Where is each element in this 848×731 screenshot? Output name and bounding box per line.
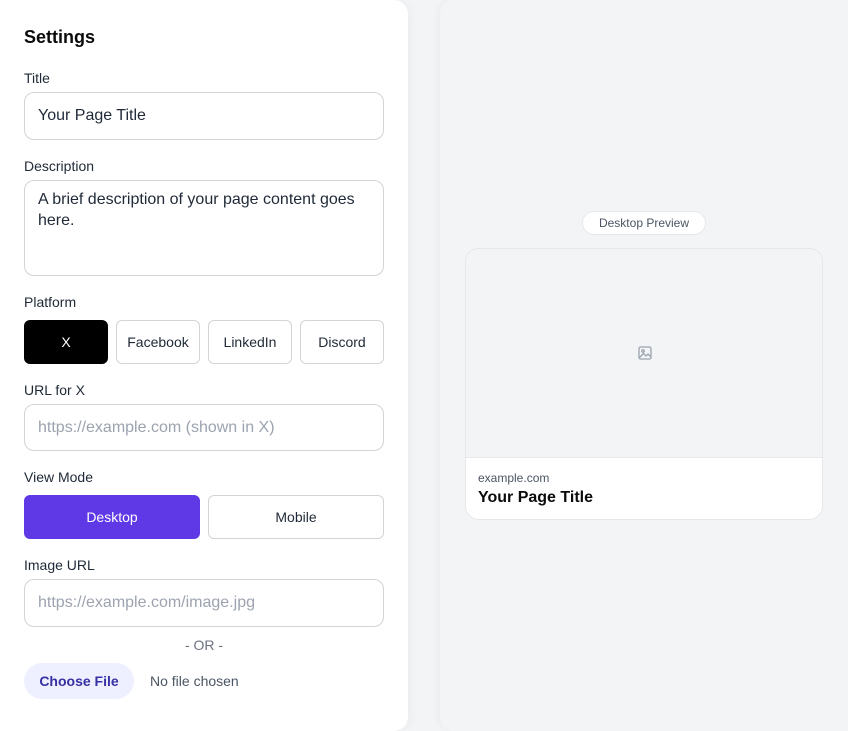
platform-button-label: X bbox=[61, 334, 71, 350]
link-preview-card: example.com Your Page Title bbox=[465, 248, 823, 520]
url-input[interactable] bbox=[24, 404, 384, 451]
card-domain: example.com bbox=[478, 471, 550, 485]
file-status: No file chosen bbox=[150, 673, 239, 689]
view-mode-label-text: Mobile bbox=[275, 509, 317, 525]
preview-mode-badge: Desktop Preview bbox=[582, 211, 706, 235]
platform-button-discord[interactable]: Discord bbox=[300, 320, 384, 364]
description-label: Description bbox=[24, 158, 95, 174]
or-divider: - OR - bbox=[184, 637, 224, 653]
title-input[interactable] bbox=[24, 92, 384, 140]
view-mode-label-text: Desktop bbox=[86, 509, 138, 525]
view-mode-label: View Mode bbox=[24, 469, 94, 485]
title-label: Title bbox=[24, 70, 50, 86]
platform-button-x[interactable]: X bbox=[24, 320, 108, 364]
image-url-input[interactable] bbox=[24, 579, 384, 627]
choose-file-button[interactable]: Choose File bbox=[24, 663, 134, 699]
url-label: URL for X bbox=[24, 382, 85, 398]
platform-button-linkedin[interactable]: LinkedIn bbox=[208, 320, 292, 364]
card-title: Your Page Title bbox=[478, 489, 593, 506]
view-mode-desktop-button[interactable]: Desktop bbox=[24, 495, 200, 539]
platform-button-label: Facebook bbox=[127, 334, 189, 350]
platform-button-facebook[interactable]: Facebook bbox=[116, 320, 200, 364]
image-url-label: Image URL bbox=[24, 557, 95, 573]
platform-button-label: LinkedIn bbox=[223, 334, 277, 350]
settings-panel: Settings Title Description A brief descr… bbox=[0, 0, 408, 731]
view-mode-mobile-button[interactable]: Mobile bbox=[208, 495, 384, 539]
card-image-placeholder bbox=[466, 249, 822, 458]
platform-button-label: Discord bbox=[318, 334, 366, 350]
image-placeholder-icon bbox=[638, 346, 652, 360]
description-textarea[interactable]: A brief description of your page content… bbox=[24, 180, 384, 276]
settings-title: Settings bbox=[24, 27, 96, 47]
platform-label: Platform bbox=[24, 294, 77, 310]
